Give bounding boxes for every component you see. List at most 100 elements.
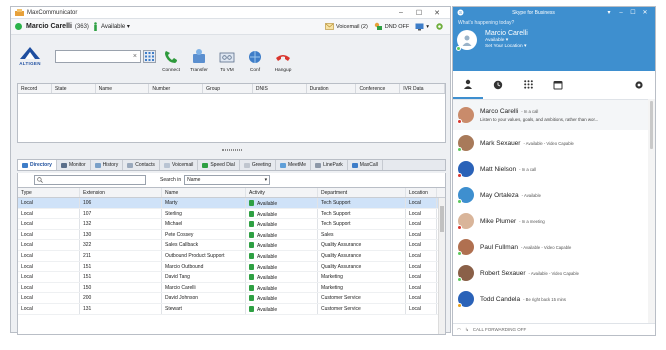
tab-meetme[interactable]: MeetMe (276, 160, 312, 170)
to-vm-button[interactable]: To VM (214, 39, 240, 73)
table-row[interactable]: Local 150 Marcio Carelli Available Marketing… (18, 282, 445, 294)
splitter-grip[interactable] (221, 149, 242, 151)
column-header[interactable]: State (52, 84, 96, 93)
table-row[interactable]: Local 322 Sales Callback Available Quality A… (18, 240, 445, 251)
window-options-button[interactable]: ▾ (415, 23, 429, 31)
column-header[interactable]: Record (18, 84, 52, 93)
avatar[interactable] (456, 30, 477, 51)
call-forwarding-status[interactable]: CALL FORWARDING OFF (473, 327, 527, 332)
directory-search-input[interactable] (34, 175, 146, 185)
table-row[interactable]: Local 200 David Johnson Available Customer S… (18, 293, 445, 304)
table-cell: Quality Assurance (318, 261, 406, 272)
contact-text: May Ortaleza - Available (480, 192, 541, 199)
contact-item[interactable]: Todd Candela - Be right back 15 mins (453, 286, 648, 312)
contact-item[interactable]: Marco Carelli - In a call Listen to your v… (453, 100, 648, 130)
contact-status: - Available - Video Capable (528, 270, 579, 276)
window-title: Skype for Business (512, 9, 555, 16)
avatar[interactable] (457, 187, 474, 204)
column-header[interactable]: Type (18, 188, 80, 197)
contacts-tab[interactable] (453, 71, 483, 99)
column-header[interactable]: Department (318, 188, 406, 197)
contact-item[interactable]: Mike Plumer - In a meeting (453, 208, 648, 234)
column-header[interactable]: Extension (80, 188, 162, 197)
contact-item[interactable]: Matt Nielson - In a call (453, 156, 648, 182)
avatar[interactable] (457, 265, 474, 282)
close-button[interactable]: ✕ (428, 9, 446, 17)
contact-item[interactable]: Robert Sexauer - Available - Video Capabl… (453, 260, 648, 286)
column-header[interactable]: Group (203, 84, 253, 93)
connect-button[interactable]: Connect (158, 39, 184, 73)
avatar[interactable] (457, 239, 474, 256)
conference-button[interactable]: Conf (242, 39, 268, 73)
contact-name: Matt Nielson (480, 165, 517, 173)
column-header[interactable]: Conference (356, 84, 401, 93)
note-input[interactable]: What's happening today? (453, 18, 655, 28)
table-row[interactable]: Local 130 Pete Cossey Available Sales Local (18, 229, 445, 241)
minimize-button[interactable]: – (615, 10, 627, 16)
menu-button[interactable]: ▾ (603, 9, 615, 16)
dnd-button[interactable]: DND OFF (374, 22, 409, 31)
clear-input-icon[interactable]: × (133, 53, 137, 60)
tab-monitor[interactable]: Monitor (57, 160, 91, 170)
voicemail-button[interactable]: Voicemail (2) (325, 23, 368, 30)
presence-dropdown[interactable]: Available ▾ (101, 23, 130, 30)
avatar[interactable] (457, 107, 474, 124)
tab-linepark[interactable]: LinePark (311, 160, 348, 170)
maximize-button[interactable]: ☐ (627, 9, 639, 16)
tab-contacts[interactable]: Contacts (123, 160, 160, 170)
vertical-scrollbar[interactable] (648, 99, 655, 323)
headset-icon[interactable]: ◠ (457, 327, 461, 333)
search-in-select[interactable]: Name ▾ (184, 175, 271, 185)
tab-maxcall[interactable]: MaxCall (348, 160, 383, 170)
tab-greeting[interactable]: Greeting (240, 160, 276, 170)
contact-text: Mike Plumer - In a meeting (480, 218, 545, 225)
column-header[interactable]: Location (406, 188, 437, 197)
transfer-button[interactable]: Transfer (186, 39, 212, 73)
contact-item[interactable]: May Ortaleza - Available (453, 182, 648, 208)
avatar[interactable] (457, 135, 474, 152)
tab-speed-dial[interactable]: Speed Dial (198, 160, 240, 170)
tab-history[interactable]: History (91, 160, 124, 170)
dialpad-button[interactable] (143, 49, 156, 63)
close-button[interactable]: ✕ (639, 9, 651, 16)
contact-item[interactable]: Mark Sexauer - Available - Video Capable (453, 130, 648, 156)
call-forward-icon[interactable]: ↳ (465, 327, 469, 333)
avatar[interactable] (457, 291, 474, 308)
column-header[interactable]: Number (149, 84, 204, 93)
table-row[interactable]: Local 151 David Tang Available Marketing Loca… (18, 272, 445, 283)
avatar[interactable] (457, 213, 474, 230)
vertical-scrollbar[interactable] (438, 198, 445, 334)
location-dropdown[interactable]: Set Your Location ▾ (485, 44, 528, 49)
table-row[interactable]: Local 151 Marcio Outbound Available Quality … (18, 261, 445, 273)
column-header[interactable]: IVR Data (400, 84, 446, 93)
avatar[interactable] (457, 161, 474, 178)
column-header[interactable]: Duration (307, 84, 357, 93)
scrollbar-thumb[interactable] (440, 206, 444, 232)
table-row[interactable]: Local 211 Outbound Product Support Availabl… (18, 250, 445, 262)
column-header[interactable]: DNIS (253, 84, 307, 93)
table-row[interactable]: Local 131 Stewart Available Customer Service… (18, 303, 445, 315)
column-header[interactable]: Activity (246, 188, 318, 197)
conversations-tab[interactable] (483, 71, 513, 99)
my-status-dropdown[interactable]: Available ▾ (485, 38, 528, 43)
meetings-tab[interactable] (543, 71, 573, 99)
table-row[interactable]: Local 132 Michael Available Tech Support Loca… (18, 219, 445, 230)
settings-button[interactable] (435, 22, 446, 31)
dialpad-tab[interactable] (513, 71, 543, 99)
minimize-button[interactable]: – (392, 9, 410, 16)
column-header[interactable]: Name (162, 188, 246, 197)
contact-item[interactable]: Paul Fullman - Available - Video Capable (453, 234, 648, 260)
column-header[interactable]: Name (96, 84, 150, 93)
table-row[interactable]: Local 106 Marty Available Tech Support Local (18, 198, 445, 209)
tab-directory[interactable]: Directory (18, 160, 57, 170)
dial-input[interactable]: × (55, 49, 141, 63)
options-button[interactable]: ▾ (625, 71, 655, 99)
panel-splitter[interactable] (17, 146, 446, 154)
tab-voicemail[interactable]: Voicemail (160, 160, 199, 170)
scrollbar-thumb[interactable] (650, 101, 653, 149)
hangup-button[interactable]: Hangup (270, 39, 296, 73)
table-row[interactable]: Local 107 Sterling Available Tech Support Loc… (18, 208, 445, 220)
maximize-button[interactable]: ☐ (410, 9, 428, 17)
history-icon (94, 162, 101, 168)
conference-label: Conf (249, 68, 261, 73)
